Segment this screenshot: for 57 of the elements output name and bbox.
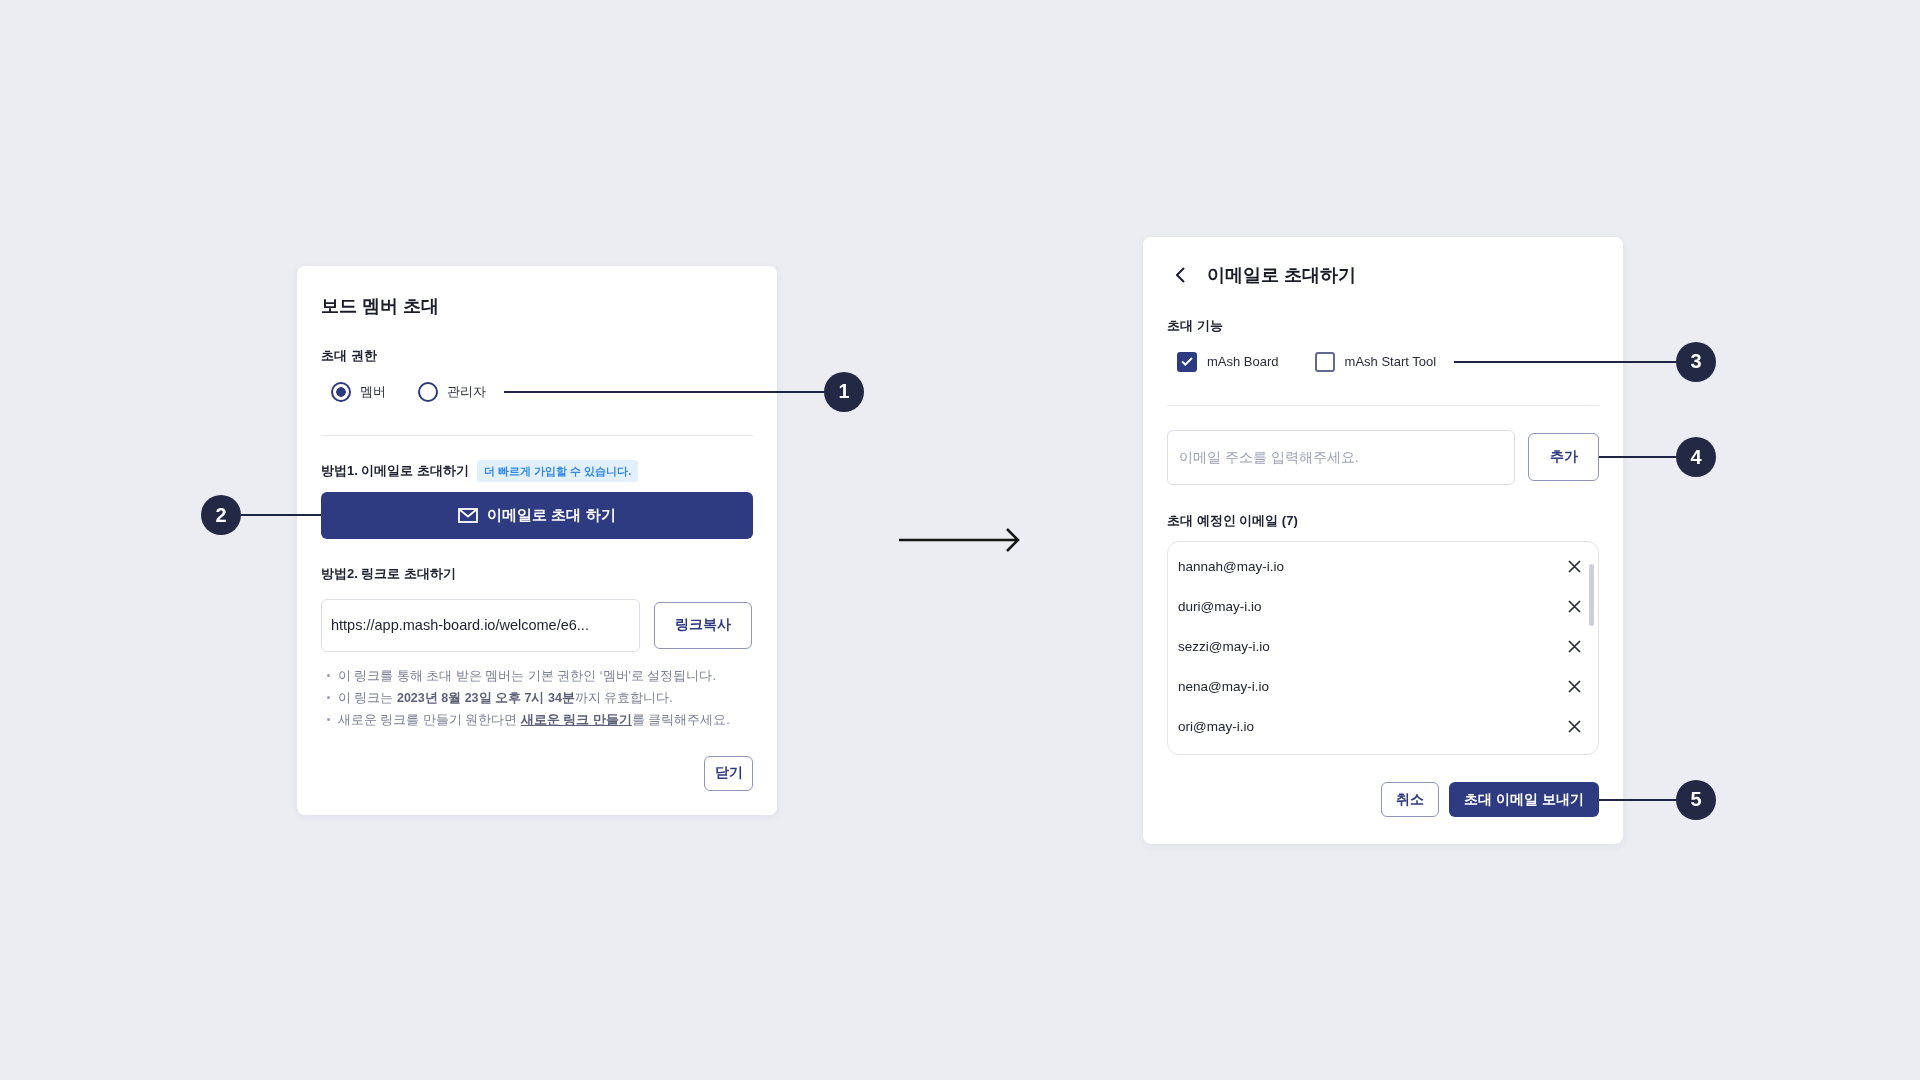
radio-button[interactable] bbox=[418, 381, 438, 402]
close-icon bbox=[1568, 680, 1581, 693]
scrollbar[interactable] bbox=[1589, 563, 1594, 626]
close-icon bbox=[1568, 640, 1581, 653]
bullet-icon bbox=[327, 696, 330, 699]
cancel-button[interactable]: 취소 bbox=[1381, 782, 1439, 817]
remove-button[interactable] bbox=[1568, 560, 1581, 573]
email-invite-button[interactable]: 이메일로 초대 하기 bbox=[321, 491, 753, 539]
remove-button[interactable] bbox=[1568, 640, 1581, 653]
section-label: 초대 기능 bbox=[1167, 316, 1224, 335]
callout-number: 4 bbox=[1676, 437, 1716, 477]
radio-label: 멤버 bbox=[360, 382, 386, 401]
link-field[interactable]: https://app.mash-board.io/welcome/e6... bbox=[321, 598, 640, 652]
chevron-left-icon bbox=[1176, 266, 1185, 283]
radio-label: 관리자 bbox=[447, 382, 486, 401]
email-address: hannah@may-i.io bbox=[1178, 559, 1284, 574]
close-button[interactable]: 닫기 bbox=[704, 755, 753, 791]
info-badge: 더 빠르게 가입할 수 있습니다. bbox=[477, 459, 639, 482]
section-label: 초대 예정인 이메일 (7) bbox=[1167, 511, 1299, 530]
remove-button[interactable] bbox=[1568, 720, 1581, 733]
dialog-title: 보드 멤버 초대 bbox=[321, 294, 440, 318]
radio-button[interactable] bbox=[331, 381, 351, 402]
callout-number: 2 bbox=[201, 495, 241, 535]
section-label: 초대 권한 bbox=[321, 346, 378, 365]
section-label: 방법1. 이메일로 초대하기 bbox=[321, 461, 470, 480]
note-text: 새로운 링크를 만들기 원한다면 새로운 링크 만들기를 클릭해주세요. bbox=[338, 711, 730, 729]
callout-number: 3 bbox=[1676, 341, 1716, 382]
callout-number: 1 bbox=[824, 371, 864, 412]
checkbox-label: mAsh Start Tool bbox=[1344, 352, 1437, 371]
create-link[interactable]: 새로운 링크 만들기 bbox=[520, 712, 632, 727]
callout-number: 5 bbox=[1676, 779, 1716, 820]
email-address: nena@may-i.io bbox=[1178, 679, 1269, 694]
bullet-icon bbox=[327, 718, 330, 721]
email-input[interactable]: 이메일 주소를 입력해주세요. bbox=[1167, 429, 1515, 485]
send-button[interactable]: 초대 이메일 보내기 bbox=[1449, 782, 1599, 817]
checkbox[interactable] bbox=[1177, 351, 1197, 372]
copy-link-button[interactable]: 링크복사 bbox=[654, 601, 752, 649]
check-icon bbox=[1181, 357, 1193, 366]
note-text: 이 링크를 통해 초대 받은 멤버는 기본 권한인 ‘멤버'로 설정됩니다. bbox=[338, 667, 716, 685]
checkbox-label: mAsh Board bbox=[1207, 352, 1279, 371]
back-button[interactable] bbox=[1176, 266, 1185, 283]
bullet-icon bbox=[327, 674, 330, 677]
checkbox[interactable] bbox=[1314, 351, 1335, 372]
email-address: duri@may-i.io bbox=[1178, 599, 1262, 614]
email-address: sezzi@may-i.io bbox=[1178, 639, 1270, 654]
remove-button[interactable] bbox=[1568, 680, 1581, 693]
email-address: ori@may-i.io bbox=[1178, 719, 1254, 734]
close-icon bbox=[1568, 560, 1581, 573]
mail-icon bbox=[458, 507, 479, 523]
remove-button[interactable] bbox=[1568, 600, 1581, 613]
dialog-title: 이메일로 초대하기 bbox=[1207, 263, 1356, 287]
section-label: 방법2. 링크로 초대하기 bbox=[321, 564, 458, 583]
note-text: 이 링크는 2023년 8월 23일 오후 7시 34분까지 유효합니다. bbox=[338, 689, 673, 707]
close-icon bbox=[1568, 600, 1581, 613]
right-arrow-icon bbox=[899, 527, 1021, 553]
close-icon bbox=[1568, 720, 1581, 733]
add-button[interactable]: 추가 bbox=[1528, 433, 1599, 481]
